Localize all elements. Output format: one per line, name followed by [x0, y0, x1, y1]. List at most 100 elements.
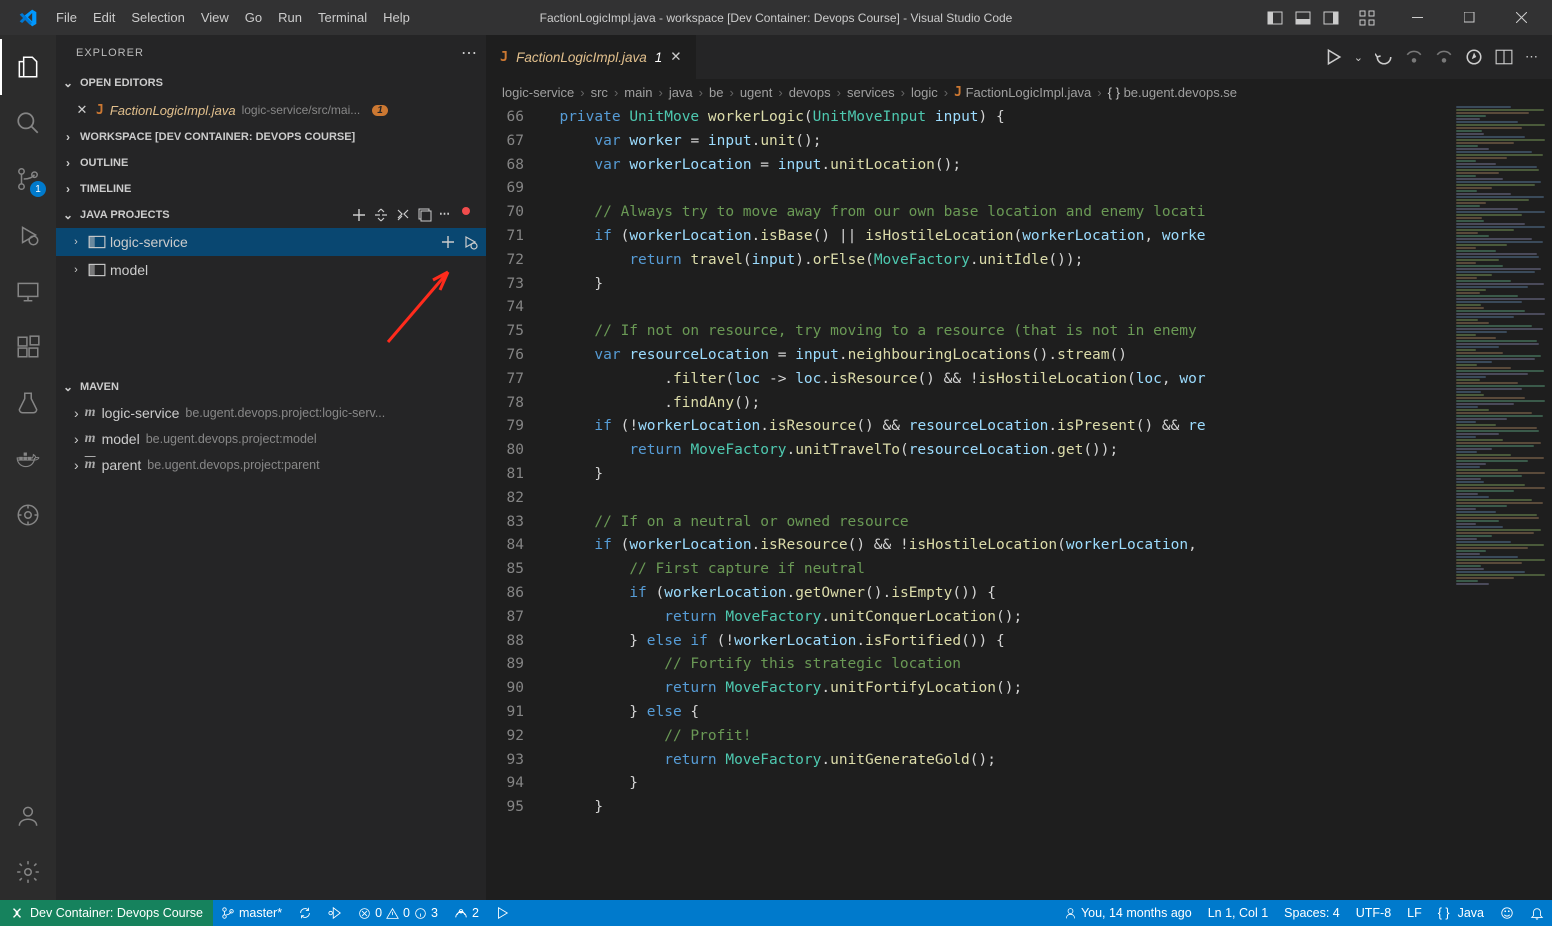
status-sync[interactable]: [290, 900, 320, 926]
menu-edit[interactable]: Edit: [85, 0, 123, 35]
customize-layout-icon[interactable]: [1356, 7, 1378, 29]
sidebar: EXPLORER ⋯ ⌄ OPEN EDITORS ✕ J FactionLog…: [56, 35, 486, 900]
status-bell-icon[interactable]: [1522, 900, 1552, 926]
java-project-logic-service[interactable]: › logic-service: [56, 228, 486, 256]
minimap[interactable]: [1452, 105, 1552, 900]
menu-terminal[interactable]: Terminal: [310, 0, 375, 35]
step-over-icon[interactable]: [1405, 48, 1423, 66]
chevron-down-icon: ⌄: [60, 380, 76, 394]
chevron-right-icon: ›: [68, 264, 84, 276]
close-icon[interactable]: [1498, 0, 1544, 35]
timeline-header[interactable]: › TIMELINE: [56, 176, 486, 202]
status-blame[interactable]: You, 14 months ago: [1056, 900, 1200, 926]
activity-account-icon[interactable]: [0, 788, 56, 844]
status-problems[interactable]: 0 0 3: [350, 900, 446, 926]
activity-remote-icon[interactable]: [0, 263, 56, 319]
activity-extensions-icon[interactable]: [0, 319, 56, 375]
chevron-down-icon: ⌄: [60, 208, 76, 222]
activity-explorer-icon[interactable]: [0, 39, 56, 95]
activity-docker-icon[interactable]: [0, 431, 56, 487]
open-editors-header[interactable]: ⌄ OPEN EDITORS: [56, 70, 486, 96]
workspace-header[interactable]: › WORKSPACE [DEV CONTAINER: DEVOPS COURS…: [56, 124, 486, 150]
chevron-right-icon: ›: [68, 236, 84, 248]
status-debug[interactable]: [487, 900, 517, 926]
activity-settings-icon[interactable]: [0, 844, 56, 900]
error-dot-icon: [462, 207, 470, 215]
expand-icon[interactable]: [373, 207, 389, 223]
vscode-logo-icon: [18, 8, 38, 28]
window-title: FactionLogicImpl.java - workspace [Dev C…: [540, 11, 1013, 25]
editor-area: J FactionLogicImpl.java 1 ✕ ⌄ ⋯ logic-se…: [486, 35, 1552, 900]
status-cursor[interactable]: Ln 1, Col 1: [1200, 900, 1276, 926]
code-editor[interactable]: private UnitMove workerLogic(UnitMoveInp…: [542, 105, 1452, 900]
maximize-icon[interactable]: [1446, 0, 1492, 35]
status-bar: Dev Container: Devops Course master* 0 0…: [0, 900, 1552, 926]
status-feedback-icon[interactable]: [1492, 900, 1522, 926]
layout-left-icon[interactable]: [1264, 7, 1286, 29]
split-icon[interactable]: [1495, 48, 1513, 66]
sidebar-header: EXPLORER ⋯: [56, 35, 486, 70]
activity-gitlens-icon[interactable]: [0, 487, 56, 543]
more-icon[interactable]: ⋯: [461, 43, 478, 63]
activity-debug-icon[interactable]: [0, 207, 56, 263]
java-file-icon: J: [96, 103, 104, 118]
activity-test-icon[interactable]: [0, 375, 56, 431]
status-eol[interactable]: LF: [1399, 900, 1430, 926]
add-icon[interactable]: [440, 234, 456, 250]
java-projects-header[interactable]: ⌄ JAVA PROJECTS ⋯: [56, 202, 486, 228]
menu-run[interactable]: Run: [270, 0, 310, 35]
step-back-icon[interactable]: [1435, 48, 1453, 66]
menu-go[interactable]: Go: [237, 0, 270, 35]
run-debug-icon[interactable]: [462, 234, 478, 250]
maven-header[interactable]: ⌄ MAVEN: [56, 374, 486, 400]
status-live-share[interactable]: [320, 900, 350, 926]
layout-right-icon[interactable]: [1320, 7, 1342, 29]
menu-file[interactable]: File: [48, 0, 85, 35]
chevron-right-icon: ›: [60, 130, 76, 144]
status-remote[interactable]: Dev Container: Devops Course: [0, 900, 213, 926]
java-file-icon: J: [954, 85, 962, 100]
title-bar: File Edit Selection View Go Run Terminal…: [0, 0, 1552, 35]
line-number-gutter[interactable]: 66 67 68 69 70 71 72 73 74 75 76 77 78 7…: [486, 105, 542, 900]
java-project-model[interactable]: › model: [56, 256, 486, 284]
open-editor-item[interactable]: ✕ J FactionLogicImpl.java logic-service/…: [56, 96, 486, 124]
activity-bar: 1: [0, 35, 56, 900]
status-branch[interactable]: master*: [213, 900, 290, 926]
dirty-indicator: 1: [655, 50, 663, 65]
status-ports[interactable]: 2: [446, 900, 487, 926]
close-icon[interactable]: ✕: [670, 49, 681, 65]
menu-bar: File Edit Selection View Go Run Terminal…: [48, 0, 418, 35]
status-lang[interactable]: { }Java: [1430, 900, 1492, 926]
build-icon[interactable]: [395, 207, 411, 223]
minimize-icon[interactable]: [1394, 0, 1440, 35]
outline-header[interactable]: › OUTLINE: [56, 150, 486, 176]
menu-selection[interactable]: Selection: [123, 0, 192, 35]
step-icon[interactable]: [1375, 48, 1393, 66]
chevron-right-icon: ›: [60, 182, 76, 196]
file-path: logic-service/src/mai...: [242, 103, 361, 117]
chevron-down-icon[interactable]: ⌄: [1354, 51, 1363, 64]
status-encoding[interactable]: UTF-8: [1348, 900, 1399, 926]
close-icon[interactable]: ✕: [74, 102, 90, 118]
activity-search-icon[interactable]: [0, 95, 56, 151]
menu-help[interactable]: Help: [375, 0, 418, 35]
compass-icon[interactable]: [1465, 48, 1483, 66]
more-icon[interactable]: ⋯: [439, 207, 450, 223]
more-icon[interactable]: ⋯: [1525, 49, 1538, 65]
breadcrumb[interactable]: logic-service› src› main› java› be› ugen…: [486, 79, 1552, 105]
scm-badge: 1: [30, 181, 46, 197]
run-icon[interactable]: [1324, 48, 1342, 66]
menu-view[interactable]: View: [193, 0, 237, 35]
activity-scm-icon[interactable]: 1: [0, 151, 56, 207]
layout-bottom-icon[interactable]: [1292, 7, 1314, 29]
maven-icon: m: [85, 405, 96, 421]
add-icon[interactable]: [351, 207, 367, 223]
collapse-icon[interactable]: [417, 207, 433, 223]
chevron-right-icon: ›: [74, 457, 79, 473]
status-spaces[interactable]: Spaces: 4: [1276, 900, 1348, 926]
maven-logic-service[interactable]: › m logic-service be.ugent.devops.projec…: [56, 400, 486, 426]
maven-parent[interactable]: › m parent be.ugent.devops.project:paren…: [56, 452, 486, 478]
namespace-icon: { }: [1108, 85, 1120, 100]
editor-tab[interactable]: J FactionLogicImpl.java 1 ✕: [486, 35, 697, 79]
maven-model[interactable]: › m model be.ugent.devops.project:model: [56, 426, 486, 452]
